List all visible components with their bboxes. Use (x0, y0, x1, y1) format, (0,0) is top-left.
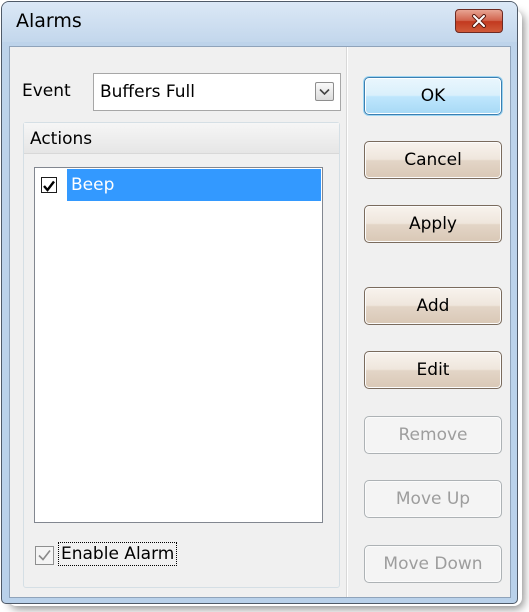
checkmark-icon (43, 180, 55, 192)
dialog-client-area: Event Buffers Full Actions Beep Enable A… (9, 46, 511, 598)
alarms-dialog: Alarms Event Buffers Full Actions Beep E… (1, 1, 518, 604)
event-selected-value: Buffers Full (100, 82, 195, 102)
window-title: Alarms (16, 10, 82, 32)
title-bar[interactable]: Alarms (2, 2, 517, 42)
enable-alarm-row[interactable]: Enable Alarm (33, 541, 233, 569)
actions-list[interactable]: Beep (34, 167, 323, 523)
apply-button[interactable]: Apply (364, 205, 502, 243)
dropdown-button[interactable] (315, 82, 334, 101)
list-item-checkbox[interactable] (41, 177, 57, 193)
cancel-button[interactable]: Cancel (364, 141, 502, 179)
list-item-label: Beep (71, 175, 115, 195)
vertical-divider (346, 47, 347, 597)
list-item-highlight[interactable]: Beep (67, 169, 321, 201)
add-button[interactable]: Add (364, 287, 502, 325)
close-button[interactable] (455, 9, 503, 33)
actions-group-header: Actions (24, 123, 339, 154)
event-dropdown[interactable]: Buffers Full (93, 73, 341, 111)
event-label: Event (22, 81, 71, 101)
enable-alarm-checkbox[interactable] (35, 546, 54, 565)
enable-alarm-label[interactable]: Enable Alarm (57, 542, 178, 566)
checkmark-icon (38, 550, 51, 561)
move-down-button[interactable]: Move Down (364, 545, 502, 583)
close-icon (472, 14, 486, 28)
list-item[interactable]: Beep (36, 169, 321, 201)
move-up-button[interactable]: Move Up (364, 480, 502, 518)
chevron-down-icon (319, 88, 330, 95)
ok-button[interactable]: OK (364, 77, 502, 115)
actions-group: Actions Beep Enable Alarm (23, 122, 340, 588)
edit-button[interactable]: Edit (364, 351, 502, 389)
remove-button[interactable]: Remove (364, 416, 502, 454)
actions-group-title: Actions (30, 129, 93, 149)
